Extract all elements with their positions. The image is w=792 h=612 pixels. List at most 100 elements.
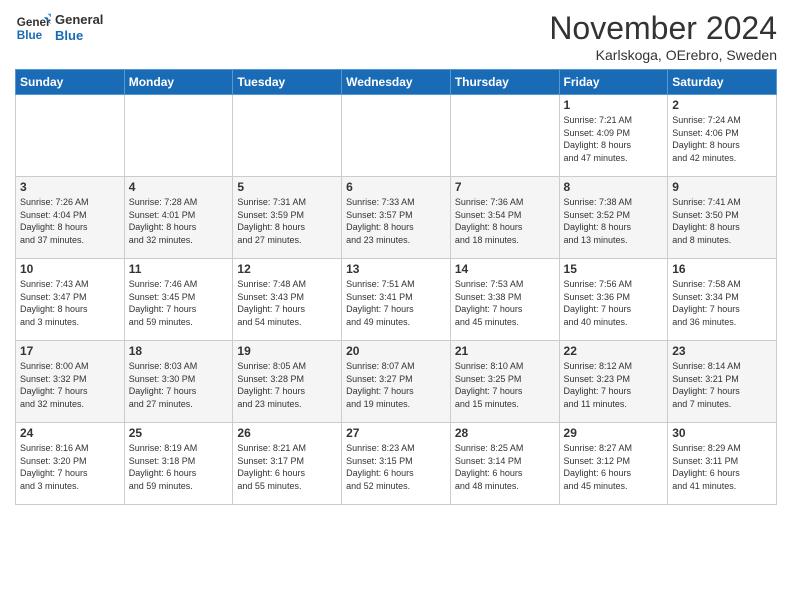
calendar-cell: 5 Sunrise: 7:31 AM Sunset: 3:59 PM Daylig… [233, 177, 342, 259]
calendar-cell [233, 95, 342, 177]
calendar-cell: 7Sunrise: 7:36 AM Sunset: 3:54 PM Daylig… [450, 177, 559, 259]
day-info: Sunrise: 7:26 AM Sunset: 4:04 PM Dayligh… [20, 196, 120, 246]
calendar-cell: 9 Sunrise: 7:41 AM Sunset: 3:50 PM Daylig… [668, 177, 777, 259]
day-info: Sunrise: 8:27 AM Sunset: 3:12 PM Dayligh… [564, 442, 664, 492]
day-info: Sunrise: 7:41 AM Sunset: 3:50 PM Dayligh… [672, 196, 772, 246]
day-info: Sunrise: 8:07 AM Sunset: 3:27 PM Dayligh… [346, 360, 446, 410]
day-info: Sunrise: 8:29 AM Sunset: 3:11 PM Dayligh… [672, 442, 772, 492]
day-info: Sunrise: 8:21 AM Sunset: 3:17 PM Dayligh… [237, 442, 337, 492]
calendar-cell: 18 Sunrise: 8:03 AM Sunset: 3:30 PM Dayli… [124, 341, 233, 423]
calendar-cell: 3 Sunrise: 7:26 AM Sunset: 4:04 PM Daylig… [16, 177, 125, 259]
header-sunday: Sunday [16, 70, 125, 95]
day-number: 3 [20, 180, 120, 194]
month-title: November 2024 [549, 10, 777, 47]
day-number: 25 [129, 426, 229, 440]
day-info: Sunrise: 8:25 AM Sunset: 3:14 PM Dayligh… [455, 442, 555, 492]
calendar-cell: 30 Sunrise: 8:29 AM Sunset: 3:11 PM Dayli… [668, 423, 777, 505]
calendar-week-row: 24 Sunrise: 8:16 AM Sunset: 3:20 PM Dayli… [16, 423, 777, 505]
calendar-cell: 27Sunrise: 8:23 AM Sunset: 3:15 PM Dayli… [342, 423, 451, 505]
day-info: Sunrise: 8:16 AM Sunset: 3:20 PM Dayligh… [20, 442, 120, 492]
logo-text-line1: General [55, 12, 103, 28]
day-info: Sunrise: 8:12 AM Sunset: 3:23 PM Dayligh… [564, 360, 664, 410]
day-number: 17 [20, 344, 120, 358]
day-info: Sunrise: 8:00 AM Sunset: 3:32 PM Dayligh… [20, 360, 120, 410]
day-info: Sunrise: 7:36 AM Sunset: 3:54 PM Dayligh… [455, 196, 555, 246]
day-info: Sunrise: 8:14 AM Sunset: 3:21 PM Dayligh… [672, 360, 772, 410]
calendar-cell: 19Sunrise: 8:05 AM Sunset: 3:28 PM Dayli… [233, 341, 342, 423]
day-number: 21 [455, 344, 555, 358]
day-info: Sunrise: 7:43 AM Sunset: 3:47 PM Dayligh… [20, 278, 120, 328]
calendar-cell: 13Sunrise: 7:51 AM Sunset: 3:41 PM Dayli… [342, 259, 451, 341]
day-number: 16 [672, 262, 772, 276]
day-number: 9 [672, 180, 772, 194]
day-number: 29 [564, 426, 664, 440]
calendar-cell: 22 Sunrise: 8:12 AM Sunset: 3:23 PM Dayli… [559, 341, 668, 423]
logo-icon: General Blue [15, 10, 51, 46]
header-tuesday: Tuesday [233, 70, 342, 95]
day-number: 15 [564, 262, 664, 276]
day-number: 10 [20, 262, 120, 276]
calendar-cell: 21 Sunrise: 8:10 AM Sunset: 3:25 PM Dayli… [450, 341, 559, 423]
calendar-cell: 24 Sunrise: 8:16 AM Sunset: 3:20 PM Dayli… [16, 423, 125, 505]
day-number: 1 [564, 98, 664, 112]
calendar-cell: 6 Sunrise: 7:33 AM Sunset: 3:57 PM Daylig… [342, 177, 451, 259]
location-subtitle: Karlskoga, OErebro, Sweden [549, 47, 777, 63]
day-info: Sunrise: 7:56 AM Sunset: 3:36 PM Dayligh… [564, 278, 664, 328]
day-number: 24 [20, 426, 120, 440]
calendar-cell: 26 Sunrise: 8:21 AM Sunset: 3:17 PM Dayli… [233, 423, 342, 505]
day-info: Sunrise: 7:46 AM Sunset: 3:45 PM Dayligh… [129, 278, 229, 328]
day-info: Sunrise: 7:24 AM Sunset: 4:06 PM Dayligh… [672, 114, 772, 164]
header-thursday: Thursday [450, 70, 559, 95]
day-number: 18 [129, 344, 229, 358]
title-block: November 2024 Karlskoga, OErebro, Sweden [549, 10, 777, 63]
day-number: 5 [237, 180, 337, 194]
calendar-cell: 1 Sunrise: 7:21 AM Sunset: 4:09 PM Daylig… [559, 95, 668, 177]
calendar-cell: 12 Sunrise: 7:48 AM Sunset: 3:43 PM Dayli… [233, 259, 342, 341]
logo-text-line2: Blue [55, 28, 103, 44]
day-number: 8 [564, 180, 664, 194]
calendar-cell: 15 Sunrise: 7:56 AM Sunset: 3:36 PM Dayli… [559, 259, 668, 341]
header-saturday: Saturday [668, 70, 777, 95]
day-number: 22 [564, 344, 664, 358]
day-info: Sunrise: 7:38 AM Sunset: 3:52 PM Dayligh… [564, 196, 664, 246]
day-number: 23 [672, 344, 772, 358]
calendar-cell: 20Sunrise: 8:07 AM Sunset: 3:27 PM Dayli… [342, 341, 451, 423]
day-number: 30 [672, 426, 772, 440]
day-info: Sunrise: 7:53 AM Sunset: 3:38 PM Dayligh… [455, 278, 555, 328]
day-info: Sunrise: 7:31 AM Sunset: 3:59 PM Dayligh… [237, 196, 337, 246]
day-info: Sunrise: 8:03 AM Sunset: 3:30 PM Dayligh… [129, 360, 229, 410]
svg-text:Blue: Blue [17, 29, 43, 42]
day-number: 12 [237, 262, 337, 276]
day-number: 28 [455, 426, 555, 440]
calendar-cell: 28 Sunrise: 8:25 AM Sunset: 3:14 PM Dayli… [450, 423, 559, 505]
day-number: 4 [129, 180, 229, 194]
calendar-cell: 8 Sunrise: 7:38 AM Sunset: 3:52 PM Daylig… [559, 177, 668, 259]
calendar-cell: 11 Sunrise: 7:46 AM Sunset: 3:45 PM Dayli… [124, 259, 233, 341]
calendar-cell [16, 95, 125, 177]
calendar: Sunday Monday Tuesday Wednesday Thursday… [15, 69, 777, 505]
calendar-cell [450, 95, 559, 177]
day-info: Sunrise: 7:33 AM Sunset: 3:57 PM Dayligh… [346, 196, 446, 246]
day-number: 19 [237, 344, 337, 358]
calendar-cell: 29 Sunrise: 8:27 AM Sunset: 3:12 PM Dayli… [559, 423, 668, 505]
header-friday: Friday [559, 70, 668, 95]
day-info: Sunrise: 8:10 AM Sunset: 3:25 PM Dayligh… [455, 360, 555, 410]
calendar-cell: 23 Sunrise: 8:14 AM Sunset: 3:21 PM Dayli… [668, 341, 777, 423]
day-number: 27 [346, 426, 446, 440]
day-number: 2 [672, 98, 772, 112]
day-info: Sunrise: 7:21 AM Sunset: 4:09 PM Dayligh… [564, 114, 664, 164]
day-number: 11 [129, 262, 229, 276]
calendar-week-row: 3 Sunrise: 7:26 AM Sunset: 4:04 PM Daylig… [16, 177, 777, 259]
calendar-cell: 2 Sunrise: 7:24 AM Sunset: 4:06 PM Daylig… [668, 95, 777, 177]
day-info: Sunrise: 7:48 AM Sunset: 3:43 PM Dayligh… [237, 278, 337, 328]
day-number: 26 [237, 426, 337, 440]
calendar-cell: 17 Sunrise: 8:00 AM Sunset: 3:32 PM Dayli… [16, 341, 125, 423]
day-info: Sunrise: 7:28 AM Sunset: 4:01 PM Dayligh… [129, 196, 229, 246]
calendar-cell: 16Sunrise: 7:58 AM Sunset: 3:34 PM Dayli… [668, 259, 777, 341]
calendar-cell: 4 Sunrise: 7:28 AM Sunset: 4:01 PM Daylig… [124, 177, 233, 259]
day-number: 6 [346, 180, 446, 194]
day-number: 14 [455, 262, 555, 276]
calendar-cell: 14 Sunrise: 7:53 AM Sunset: 3:38 PM Dayli… [450, 259, 559, 341]
header-wednesday: Wednesday [342, 70, 451, 95]
logo: General Blue General Blue [15, 10, 103, 46]
